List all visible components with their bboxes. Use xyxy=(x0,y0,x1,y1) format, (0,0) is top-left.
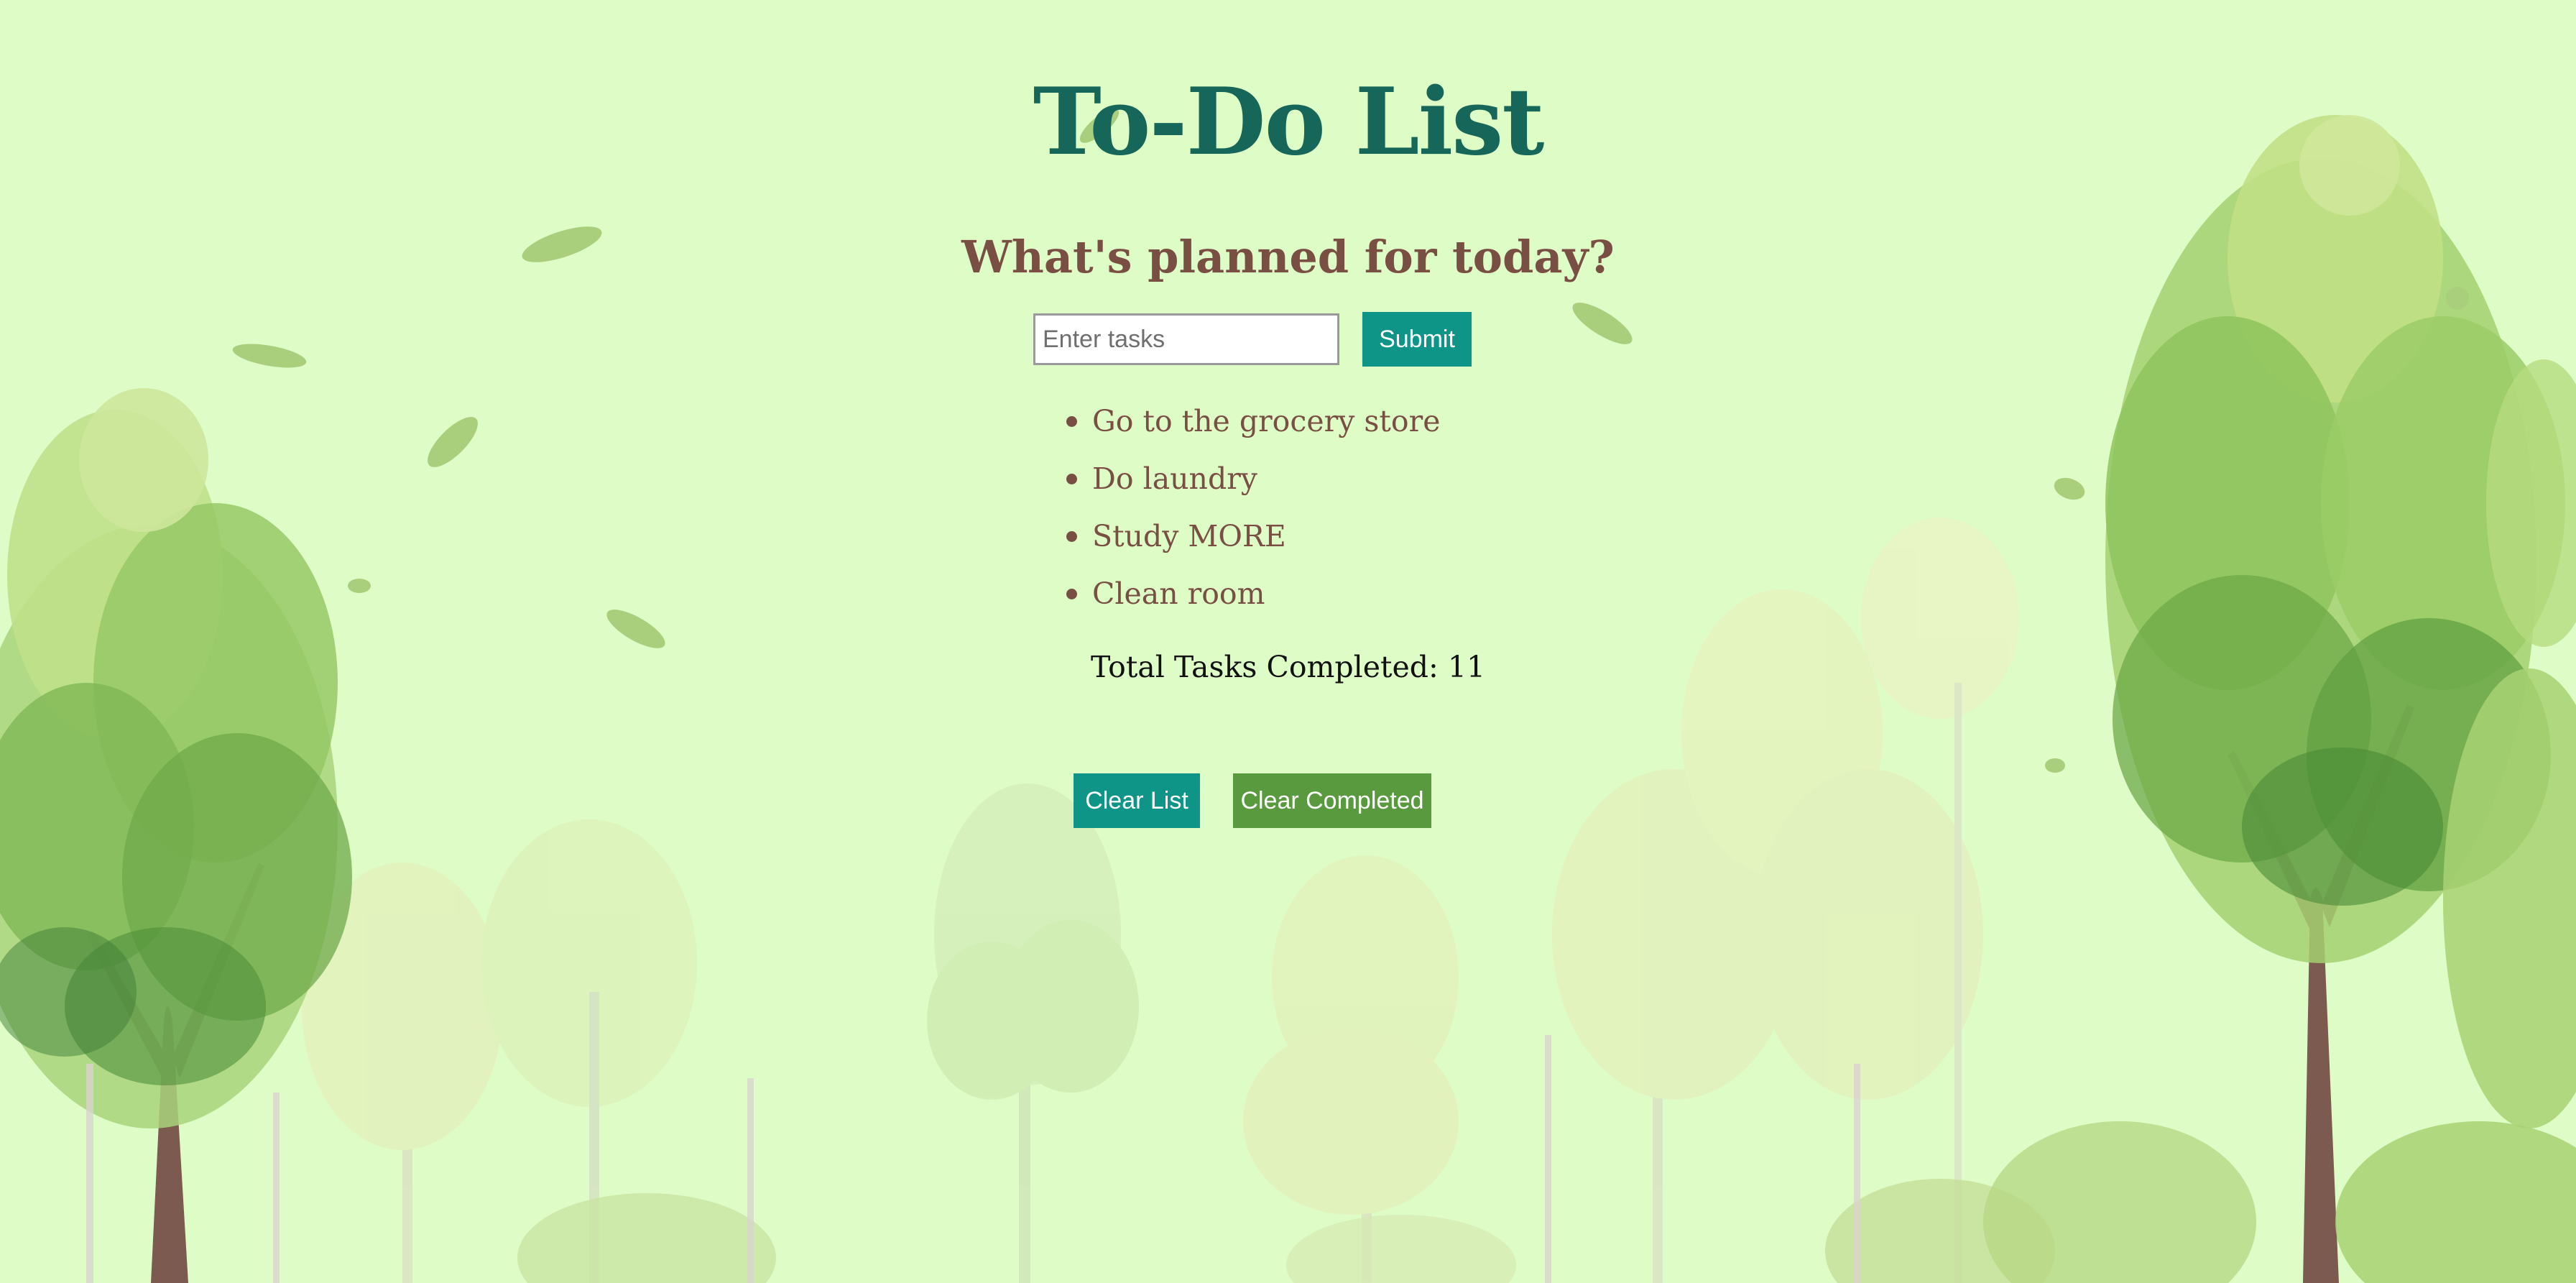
task-text: Do laundry xyxy=(1092,461,1257,496)
left-tree xyxy=(0,388,352,1283)
total-completed-label: Total Tasks Completed: xyxy=(1090,650,1439,684)
task-item[interactable]: Clean room xyxy=(1063,565,1440,622)
page-subtitle: What's planned for today? xyxy=(961,231,1615,283)
bullet-dot-icon xyxy=(1066,474,1077,484)
bullet-dot-icon xyxy=(1066,589,1077,599)
bullet-dot-icon xyxy=(1066,531,1077,542)
clear-completed-button[interactable]: Clear Completed xyxy=(1233,773,1431,828)
task-text: Go to the grocery store xyxy=(1092,404,1441,438)
bullet-dot-icon xyxy=(1066,416,1077,427)
distant-tree-group xyxy=(302,518,2019,1283)
total-completed-value: 11 xyxy=(1447,650,1486,684)
submit-button[interactable]: Submit xyxy=(1362,312,1472,367)
task-input[interactable] xyxy=(1033,313,1339,365)
task-list: Go to the grocery store Do laundry Study M… xyxy=(1063,392,1440,622)
task-item[interactable]: Do laundry xyxy=(1063,450,1440,507)
total-completed: Total Tasks Completed: 11 xyxy=(0,642,2576,692)
task-item[interactable]: Study MORE xyxy=(1063,507,1440,565)
task-text: Clean room xyxy=(1092,576,1265,611)
page-title: To-Do List xyxy=(1033,68,1545,176)
clear-list-button[interactable]: Clear List xyxy=(1074,773,1200,828)
task-text: Study MORE xyxy=(1092,519,1286,553)
task-item[interactable]: Go to the grocery store xyxy=(1063,392,1440,450)
